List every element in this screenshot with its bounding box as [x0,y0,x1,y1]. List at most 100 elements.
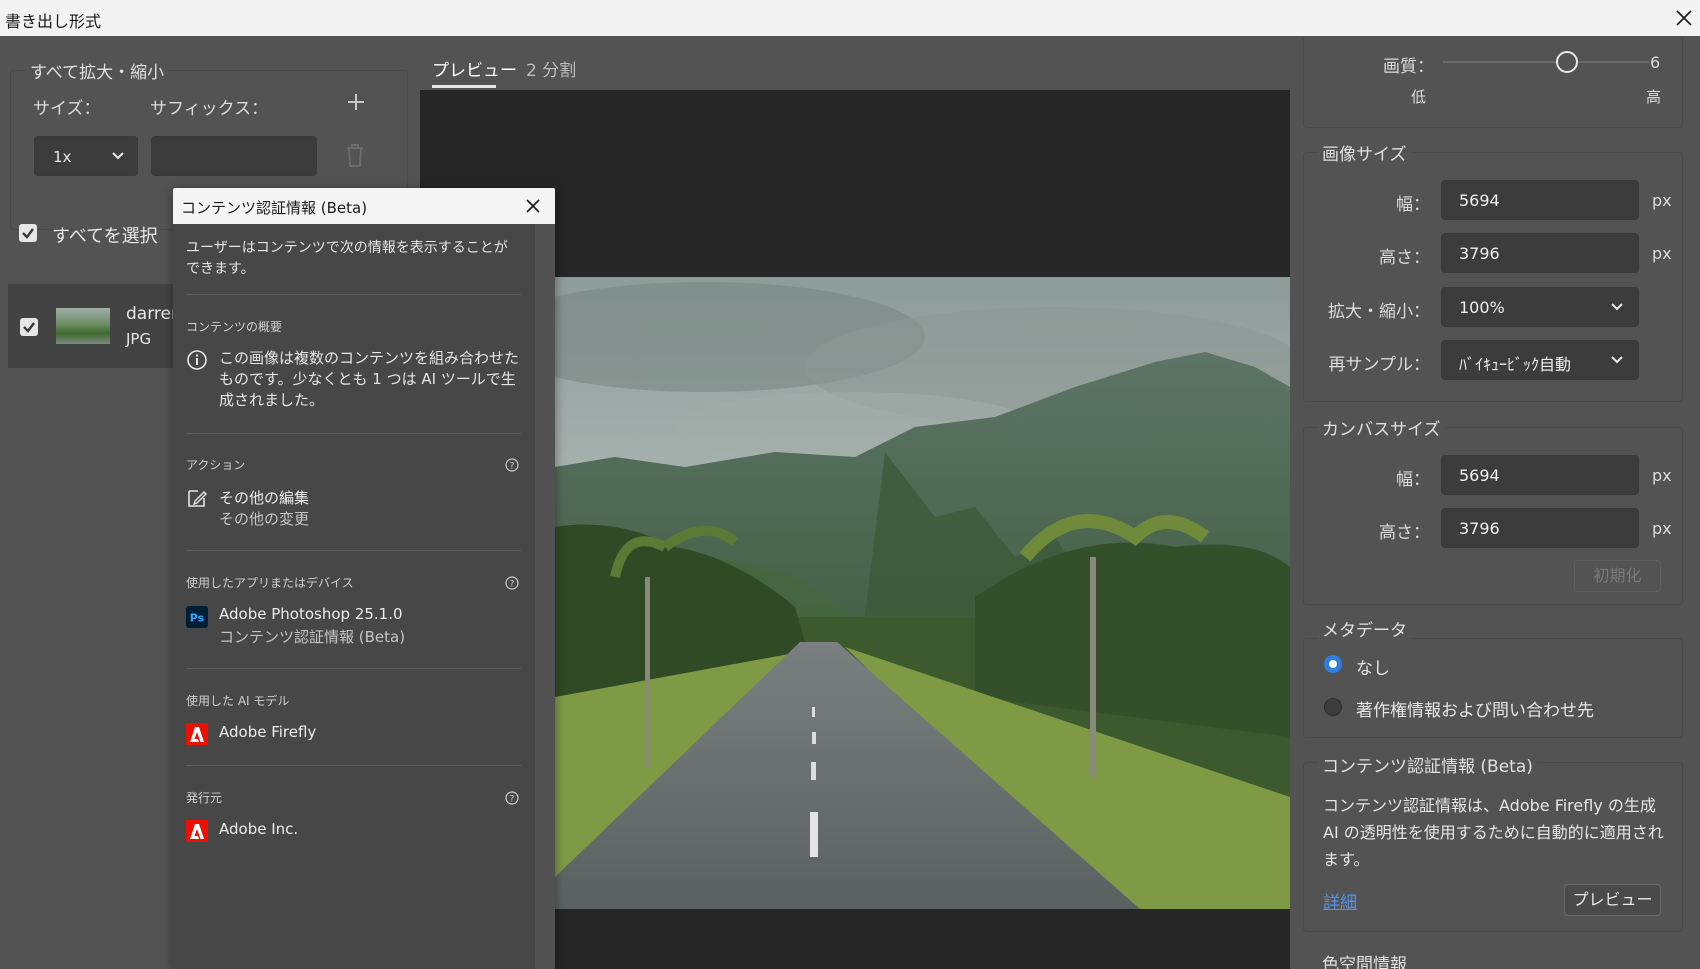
canvas-height-unit: px [1652,519,1672,538]
active-tab-indicator [432,85,496,88]
close-icon[interactable] [523,196,543,216]
scale-legend: すべて拡大・縮小 [26,58,169,83]
model-main: Adobe Firefly [219,723,317,741]
actions-heading: アクション [186,458,246,472]
close-icon[interactable] [1670,2,1698,34]
reset-button[interactable]: 初期化 [1574,560,1661,592]
svg-text:Ps: Ps [190,612,205,625]
image-height-input[interactable]: 3796 [1441,233,1639,273]
canvas-width-unit: px [1652,466,1672,485]
chevron-down-icon [112,152,124,160]
divider [186,294,521,295]
image-width-input[interactable]: 5694 [1441,180,1639,220]
model-heading: 使用した AI モデル [186,694,290,708]
tab-preview[interactable]: プレビュー [432,56,517,81]
issuer-heading: 発行元 [186,791,223,805]
details-link[interactable]: 詳細 [1323,888,1357,913]
canvas-width-label: 幅： [1396,470,1430,490]
canvas-height-input[interactable]: 3796 [1441,508,1639,548]
checkmark-icon [23,322,35,333]
select-all-checkbox[interactable] [19,224,37,242]
quality-high-label: 高 [1646,88,1662,106]
image-size-legend: 画像サイズ [1318,140,1411,165]
file-checkbox[interactable] [20,318,38,336]
canvas-width-value: 5694 [1459,466,1500,485]
size-label: サイズ： [33,99,101,119]
app-main: Adobe Photoshop 25.1.0 [219,605,403,623]
quality-group [1303,36,1683,128]
divider [186,765,521,766]
title-bar: 書き出し形式 [0,0,1700,36]
image-width-unit: px [1652,191,1672,210]
size-select[interactable]: 1x [34,136,138,176]
select-all-label: すべてを選択 [52,226,158,247]
chevron-down-icon [1611,303,1623,311]
edit-icon [188,490,207,507]
metadata-copyright-radio[interactable] [1324,698,1342,716]
trash-icon[interactable] [343,142,367,168]
divider [186,668,521,669]
quality-slider-track[interactable] [1443,61,1649,63]
photoshop-icon: Ps [186,606,208,628]
popup-header: コンテンツ認証情報 (Beta) [173,188,555,224]
metadata-legend: メタデータ [1318,616,1411,641]
metadata-none-radio[interactable] [1324,655,1342,673]
help-icon[interactable]: ? [505,576,519,590]
overview-text: この画像は複数のコンテンツを組み合わせたものです。少なくとも 1 つは AI ツ… [219,349,520,409]
suffix-label: サフィックス： [150,99,269,119]
quality-label: 画質： [1383,57,1434,77]
window-title: 書き出し形式 [5,12,102,31]
popup-description: ユーザーはコンテンツで次の情報を表示することができます。 [186,240,508,277]
quality-value: 6 [1650,53,1661,72]
svg-text:?: ? [510,462,515,472]
app-heading: 使用したアプリまたはデバイス [186,576,354,590]
image-width-value: 5694 [1459,191,1500,210]
svg-text:?: ? [510,580,515,590]
content-credentials-text: コンテンツ認証情報は、Adobe Firefly の生成 AI の透明性を使用す… [1323,796,1664,869]
metadata-none-label: なし [1356,659,1390,679]
quality-slider-knob[interactable] [1555,51,1578,73]
overview-heading: コンテンツの概要 [186,320,283,334]
info-icon [187,350,207,370]
image-height-value: 3796 [1459,244,1500,263]
preview-image [555,277,1290,909]
app-sub: コンテンツ認証情報 (Beta) [219,628,406,646]
suffix-input[interactable] [151,136,317,176]
file-type: JPG [126,330,152,348]
color-space-legend: 色空間情報 [1318,950,1411,969]
popup-scrollbar[interactable] [535,224,555,969]
preview-tabs: プレビュー 2 分割 [420,36,1302,90]
file-thumbnail [56,308,110,344]
canvas-width-input[interactable]: 5694 [1441,455,1639,495]
canvas-height-label: 高さ： [1379,523,1430,543]
divider [186,433,521,434]
canvas-size-legend: カンバスサイズ [1318,415,1445,440]
image-scale-select[interactable]: 100% [1441,287,1639,327]
svg-text:?: ? [510,795,515,805]
resample-value: ﾊﾞｲｷｭｰﾋﾞｯｸ自動 [1459,355,1572,374]
quality-low-label: 低 [1411,88,1427,106]
adobe-logo-icon [186,723,208,745]
size-select-value: 1x [53,148,72,166]
tab-split[interactable]: 2 分割 [526,56,576,81]
resample-select[interactable]: ﾊﾞｲｷｭｰﾋﾞｯｸ自動 [1441,340,1639,380]
metadata-group [1303,638,1683,738]
add-scale-icon[interactable] [344,90,368,114]
content-credentials-popup: コンテンツ認証情報 (Beta) ユーザーはコンテンツで次の情報を表示することが… [173,188,555,969]
adobe-logo-icon [186,820,208,842]
image-height-label: 高さ： [1379,248,1430,268]
chevron-down-icon [1611,356,1623,364]
popup-title: コンテンツ認証情報 (Beta) [181,199,368,217]
help-icon[interactable]: ? [505,791,519,805]
image-scale-value: 100% [1459,298,1505,317]
actions-sub: その他の変更 [219,510,310,528]
resample-label: 再サンプル： [1328,355,1431,375]
content-credentials-legend: コンテンツ認証情報 (Beta) [1318,752,1537,777]
image-height-unit: px [1652,244,1672,263]
preview-button[interactable]: プレビュー [1564,884,1661,916]
metadata-copyright-label: 著作権情報および問い合わせ先 [1356,701,1594,721]
divider [186,550,521,551]
image-scale-label: 拡大・縮小： [1328,302,1430,322]
checkmark-icon [22,228,34,239]
help-icon[interactable]: ? [505,458,519,472]
